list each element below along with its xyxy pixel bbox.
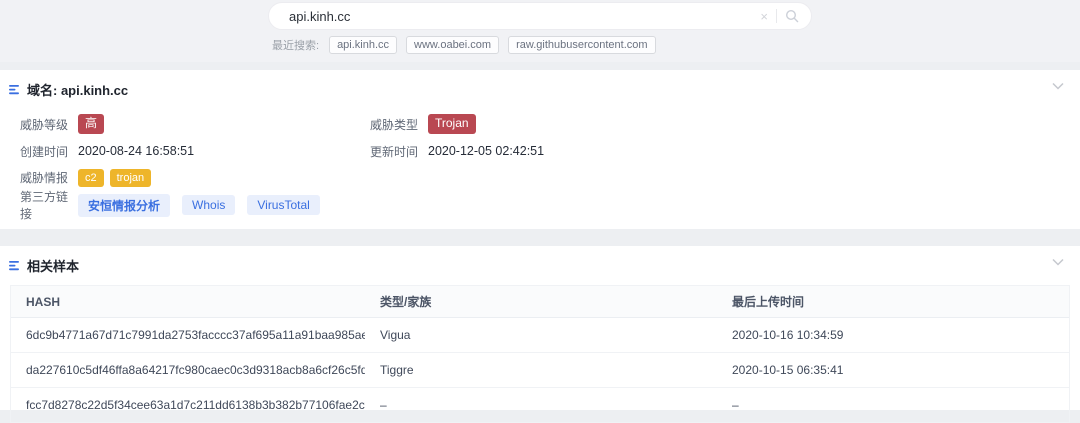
recent-search-chip[interactable]: raw.githubusercontent.com	[508, 36, 655, 54]
column-header-hash: HASH	[11, 286, 365, 318]
third-party-link[interactable]: 安恒情报分析	[78, 194, 170, 217]
clear-icon[interactable]: ×	[754, 10, 774, 23]
search-input[interactable]	[289, 9, 754, 24]
field-threat-level: 威胁等级 高	[20, 114, 370, 134]
intel-tag: trojan	[110, 169, 152, 186]
hash-cell: da227610c5df46ffa8a64217fc980caec0c3d931…	[11, 353, 365, 388]
type-family-cell: Vigua	[365, 318, 717, 353]
top-search-area: × 最近搜索: api.kinh.cc www.oabei.com raw.gi…	[0, 0, 1080, 62]
created-time-value: 2020-08-24 16:58:51	[78, 144, 194, 158]
field-updated-time: 更新时间 2020-12-05 02:42:51	[370, 143, 720, 160]
domain-info-card: 域名: api.kinh.cc 威胁等级 高 威胁类型 Trojan 创建时间 …	[0, 70, 1080, 229]
recent-search-chip[interactable]: www.oabei.com	[406, 36, 499, 54]
recent-search-chip[interactable]: api.kinh.cc	[329, 36, 397, 54]
last-upload-cell: –	[717, 388, 1069, 423]
search-divider	[776, 9, 777, 23]
search-icon[interactable]	[785, 9, 799, 23]
last-upload-cell: 2020-10-15 06:35:41	[717, 353, 1069, 388]
recent-searches: 最近搜索: api.kinh.cc www.oabei.com raw.gith…	[272, 36, 665, 54]
table-row: fcc7d8278c22d5f34cee63a1d7c211dd6138b3b3…	[11, 388, 1069, 423]
field-threat-type: 威胁类型 Trojan	[370, 114, 720, 134]
samples-card-header: 相关样本	[0, 246, 1080, 279]
field-label: 威胁情报	[20, 169, 78, 186]
field-label: 威胁类型	[370, 116, 428, 133]
samples-table: HASH 类型/家族 最后上传时间 6dc9b4771a67d71c7991da…	[10, 285, 1070, 423]
type-family-cell: –	[365, 388, 717, 423]
domain-info-grid: 威胁等级 高 威胁类型 Trojan 创建时间 2020-08-24 16:58…	[0, 103, 1080, 218]
field-third-party-links: 第三方链接 安恒情报分析 Whois VirusTotal	[20, 188, 332, 222]
last-upload-cell: 2020-10-16 10:34:59	[717, 318, 1069, 353]
section-list-icon	[8, 83, 21, 96]
threat-type-badge: Trojan	[428, 114, 476, 134]
third-party-link[interactable]: Whois	[182, 195, 235, 215]
domain-card-header: 域名: api.kinh.cc	[0, 70, 1080, 103]
field-created-time: 创建时间 2020-08-24 16:58:51	[20, 143, 370, 160]
field-label: 第三方链接	[20, 188, 78, 222]
domain-card-title: 域名: api.kinh.cc	[27, 80, 128, 99]
threat-level-badge: 高	[78, 114, 104, 134]
updated-time-value: 2020-12-05 02:42:51	[428, 144, 544, 158]
intel-tag: c2	[78, 169, 104, 186]
search-bar[interactable]: ×	[268, 2, 812, 30]
hash-cell: 6dc9b4771a67d71c7991da2753facccc37af695a…	[11, 318, 365, 353]
table-row: 6dc9b4771a67d71c7991da2753facccc37af695a…	[11, 318, 1069, 353]
recent-searches-label: 最近搜索:	[272, 37, 319, 53]
field-threat-intel: 威胁情报 c2 trojan	[20, 169, 157, 186]
column-header-type-family: 类型/家族	[365, 286, 717, 318]
table-row: da227610c5df46ffa8a64217fc980caec0c3d931…	[11, 353, 1069, 388]
field-label: 更新时间	[370, 143, 428, 160]
samples-card-title: 相关样本	[27, 256, 79, 275]
field-label: 创建时间	[20, 143, 78, 160]
hash-cell: fcc7d8278c22d5f34cee63a1d7c211dd6138b3b3…	[11, 388, 365, 423]
type-family-cell: Tiggre	[365, 353, 717, 388]
chevron-down-icon[interactable]	[1052, 82, 1064, 90]
table-header-row: HASH 类型/家族 最后上传时间	[11, 286, 1069, 318]
third-party-link[interactable]: VirusTotal	[247, 195, 319, 215]
field-label: 威胁等级	[20, 116, 78, 133]
section-list-icon	[8, 259, 21, 272]
related-samples-card: 相关样本 HASH 类型/家族 最后上传时间 6dc9b4771a67d71c7…	[0, 246, 1080, 410]
column-header-last-upload: 最后上传时间	[717, 286, 1069, 318]
chevron-down-icon[interactable]	[1052, 258, 1064, 266]
